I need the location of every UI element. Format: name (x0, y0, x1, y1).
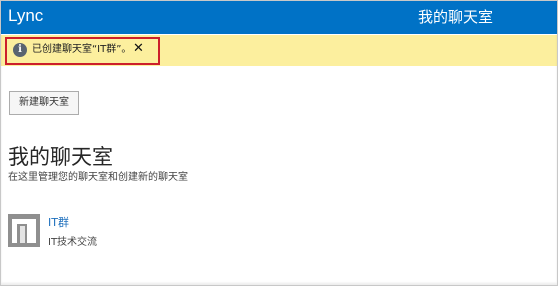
section-subtitle: 在这里管理您的聊天室和创建新的聊天室 (8, 172, 188, 183)
chatroom-avatar-icon (8, 214, 40, 247)
section-title: 我的聊天室 (8, 145, 113, 169)
new-chatroom-button[interactable]: 新建聊天室 (9, 91, 79, 115)
top-bar: Lync 我的聊天室 (0, 0, 558, 34)
page-heading: 我的聊天室 (418, 8, 494, 26)
notification-text: 已创建聊天室“IT群”。 (32, 44, 132, 55)
chatroom-list-item[interactable]: IT群 IT技术交流 (8, 214, 188, 254)
app-title: Lync (8, 6, 44, 25)
chatroom-name-link[interactable]: IT群 (48, 215, 69, 231)
close-icon[interactable]: ✕ (133, 41, 144, 57)
chatroom-description: IT技术交流 (48, 237, 98, 248)
info-icon: i (13, 43, 27, 57)
